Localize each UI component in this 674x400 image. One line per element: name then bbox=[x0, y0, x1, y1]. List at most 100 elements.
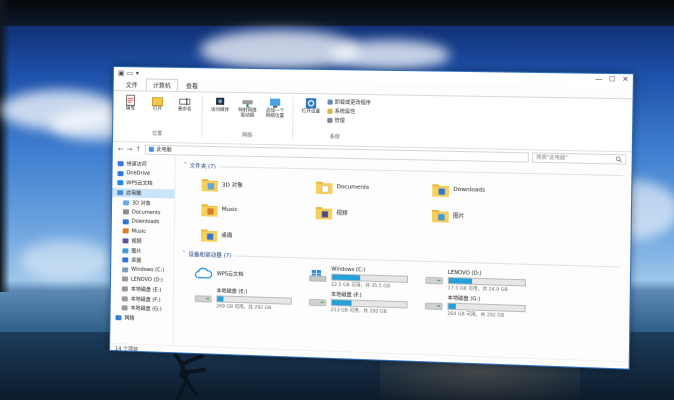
open-button[interactable]: 打开 bbox=[146, 95, 168, 112]
open-settings-button[interactable]: 打开设置 bbox=[300, 97, 323, 115]
ribbon-group-location: 属性 打开 重命名 位置 bbox=[119, 94, 203, 138]
nav-item-label: 此电脑 bbox=[126, 189, 141, 196]
properties-button[interactable]: 属性 bbox=[119, 94, 141, 111]
nav-item-label: 视频 bbox=[131, 238, 141, 245]
nav-item-label: 本地磁盘 (F:) bbox=[131, 295, 161, 303]
nav-item-label: 3D 对象 bbox=[132, 199, 151, 206]
nav-item-label: 桌面 bbox=[131, 257, 141, 264]
drive-space-text: 22.5 GB 可用，共 35.5 GB bbox=[331, 281, 408, 289]
folder-label: 视频 bbox=[336, 209, 347, 217]
chevron-down-icon: ˅ bbox=[183, 251, 186, 257]
manage-link[interactable]: 管理 bbox=[327, 117, 371, 125]
cloud-icon bbox=[117, 171, 123, 176]
tab-file[interactable]: 文件 bbox=[120, 79, 144, 90]
drive-info: 本地磁盘 (F:) 213 GB 可用，共 292 GB bbox=[331, 291, 408, 316]
explorer-body: 快速访问 OneDrive WPS云文档 此电脑 3D 对象 Documents Downl… bbox=[110, 155, 631, 361]
quick-access-toolbar[interactable]: ▣ ▭ ▾ bbox=[118, 69, 139, 77]
hard-drive-icon bbox=[425, 272, 444, 287]
folders-grid: 3D 对象 Documents Downloads Music 视频 图片桌面 bbox=[201, 173, 623, 257]
drive-icon bbox=[122, 306, 128, 311]
nav-item[interactable]: 网络 bbox=[110, 312, 172, 324]
folder-icon bbox=[432, 182, 449, 197]
drive-info: 本地磁盘 (E:) 269 GB 可用，共 292 GB bbox=[216, 287, 292, 312]
cloud-icon bbox=[194, 265, 212, 280]
folder-icon bbox=[201, 202, 217, 217]
nav-item-label: 图片 bbox=[131, 247, 141, 254]
folder-item[interactable]: Documents bbox=[316, 176, 433, 201]
nav-item-label: LENOVO (D:) bbox=[131, 276, 163, 283]
drive-item[interactable]: WPS云文档 bbox=[194, 261, 308, 287]
ribbon-group-network: 访问媒体 映射网络驱动器 添加一个网络位置 网络 bbox=[208, 96, 293, 140]
drive-item[interactable]: Windows (C:) 22.5 GB 可用，共 35.5 GB bbox=[308, 265, 424, 291]
rename-button[interactable]: 重命名 bbox=[174, 95, 196, 112]
monitor-bezel bbox=[0, 0, 674, 26]
drive-item[interactable]: 本地磁盘 (G:) 264 GB 可用，共 292 GB bbox=[424, 294, 543, 320]
navigation-pane[interactable]: 快速访问 OneDrive WPS云文档 此电脑 3D 对象 Documents Downl… bbox=[110, 155, 176, 345]
drive-usage-fill bbox=[449, 277, 473, 283]
folder-item[interactable]: 视频 bbox=[316, 201, 433, 226]
drive-icon bbox=[122, 267, 128, 272]
close-button[interactable]: ✕ bbox=[622, 75, 628, 83]
properties-icon bbox=[124, 94, 136, 106]
nav-item-label: Downloads bbox=[132, 219, 160, 226]
up-button[interactable]: ↑ bbox=[136, 145, 142, 153]
folder-item[interactable]: 桌面 bbox=[201, 223, 316, 248]
uninstall-program-link[interactable]: 卸载或更改程序 bbox=[327, 98, 371, 106]
drive-usage-fill bbox=[448, 304, 456, 309]
access-media-button[interactable]: 访问媒体 bbox=[209, 96, 232, 114]
cube-icon bbox=[123, 200, 129, 205]
folder-label: Downloads bbox=[453, 187, 485, 194]
system-commands: 卸载或更改程序 系统属性 管理 bbox=[327, 98, 371, 124]
network-drive-icon bbox=[241, 96, 253, 108]
system-properties-link[interactable]: 系统属性 bbox=[327, 108, 371, 116]
nav-item-label: 本地磁盘 (G:) bbox=[131, 305, 162, 313]
folder-label: 桌面 bbox=[221, 231, 232, 239]
search-icon bbox=[615, 156, 622, 162]
star-icon bbox=[118, 161, 124, 166]
back-button[interactable]: ← bbox=[118, 145, 124, 153]
drive-space-text: 213 GB 可用，共 292 GB bbox=[331, 307, 408, 316]
search-input[interactable]: 搜索"此电脑" bbox=[532, 152, 626, 164]
programs-icon bbox=[327, 100, 332, 105]
folder-item[interactable]: Music bbox=[201, 198, 316, 223]
drive-item[interactable]: 本地磁盘 (F:) 213 GB 可用，共 292 GB bbox=[308, 290, 424, 316]
forward-button[interactable]: → bbox=[127, 145, 133, 153]
network-icon bbox=[115, 315, 121, 320]
add-network-location-button[interactable]: 添加一个网络位置 bbox=[264, 96, 287, 119]
folder-label: 3D 对象 bbox=[222, 180, 243, 189]
drive-info: LENOVO (D:) 17.3 GB 可用，共 24.9 GB bbox=[448, 269, 526, 293]
drive-icon bbox=[122, 296, 128, 301]
minimize-button[interactable]: — bbox=[595, 75, 603, 83]
drive-label: WPS云文档 bbox=[217, 270, 244, 278]
nav-item-label: WPS云文档 bbox=[126, 180, 152, 188]
file-explorer-window[interactable]: ▣ ▭ ▾ — ☐ ✕ 文件 计算机 查看 属性 打开 重命名 位置 访问媒体 … bbox=[109, 66, 634, 370]
nav-item-label: 快速访问 bbox=[127, 161, 147, 168]
folder-label: 图片 bbox=[453, 211, 465, 220]
drive-space-text: 269 GB 可用，共 292 GB bbox=[216, 303, 292, 312]
folder-item[interactable]: Downloads bbox=[432, 178, 551, 203]
drive-usage-fill bbox=[217, 296, 223, 301]
nav-item-label: 网络 bbox=[124, 314, 134, 321]
maximize-button[interactable]: ☐ bbox=[609, 75, 616, 83]
tab-computer[interactable]: 计算机 bbox=[146, 78, 178, 91]
drive-item[interactable]: 本地磁盘 (E:) 269 GB 可用，共 292 GB bbox=[194, 287, 308, 313]
drive-usage-fill bbox=[332, 274, 360, 280]
folder-icon bbox=[201, 227, 217, 242]
computer-icon bbox=[117, 190, 123, 195]
cloud-icon bbox=[117, 181, 123, 186]
folder-item[interactable]: 3D 对象 bbox=[202, 173, 317, 198]
map-network-drive-button[interactable]: 映射网络驱动器 bbox=[236, 96, 259, 119]
drive-icon bbox=[122, 286, 128, 291]
gear-icon bbox=[305, 97, 318, 109]
hard-drive-icon bbox=[194, 291, 212, 306]
video-icon bbox=[123, 238, 129, 243]
hard-drive-icon bbox=[424, 298, 443, 313]
person-silhouette bbox=[168, 350, 210, 400]
folder-item[interactable]: 图片 bbox=[432, 204, 551, 230]
tab-view[interactable]: 查看 bbox=[180, 80, 204, 91]
folder-icon bbox=[316, 180, 333, 195]
open-icon bbox=[151, 95, 163, 107]
nav-item-label: 本地磁盘 (E:) bbox=[131, 286, 162, 294]
windows-drive-icon bbox=[308, 269, 327, 284]
drive-item[interactable]: LENOVO (D:) 17.3 GB 可用，共 24.9 GB bbox=[425, 268, 544, 294]
